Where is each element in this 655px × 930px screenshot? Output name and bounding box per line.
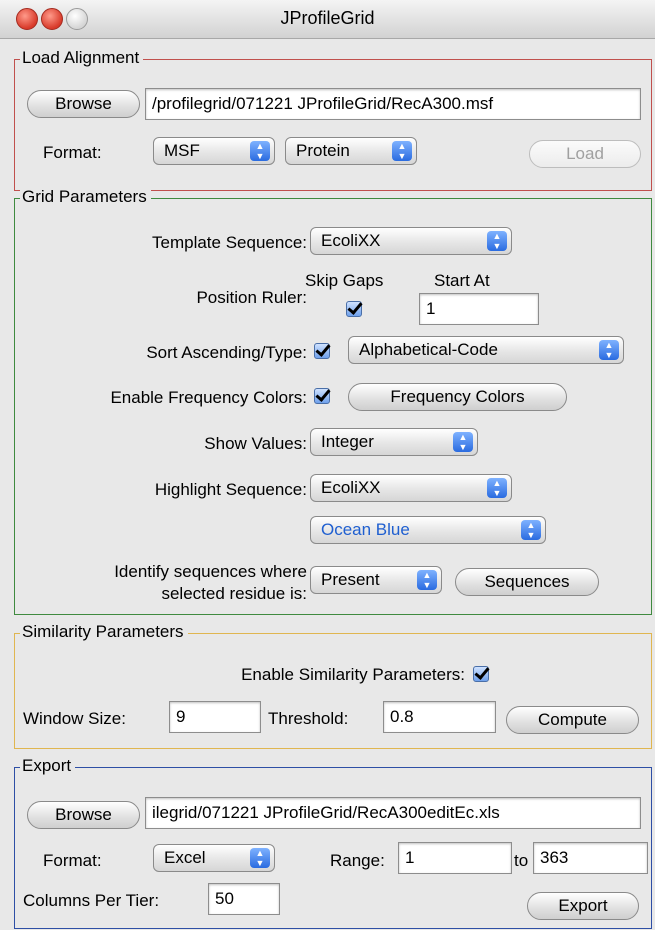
threshold-field[interactable]: 0.8 [383, 701, 496, 733]
sequences-button[interactable]: Sequences [455, 568, 599, 596]
popup-arrows-icon: ▲ ▼ [250, 848, 270, 868]
highlight-sequence-label: Highlight Sequence: [154, 480, 307, 499]
identify-sequences-label-line2: selected residue is: [161, 584, 307, 603]
popup-arrows-icon: ▲ ▼ [487, 478, 507, 498]
start-at-field[interactable]: 1 [419, 293, 539, 325]
highlight-sequence-select[interactable]: EcoliXX ▲ ▼ [310, 474, 512, 502]
export-format-value: Excel [164, 848, 206, 867]
popup-arrows-icon: ▲ ▼ [250, 141, 270, 161]
sort-label: Sort Ascending/Type: [146, 343, 307, 362]
show-values-value: Integer [321, 432, 374, 451]
frequency-colors-label: Enable Frequency Colors: [110, 388, 307, 407]
range-from-field[interactable]: 1 [398, 842, 512, 874]
load-type-select[interactable]: Protein ▲ ▼ [285, 137, 417, 165]
template-sequence-label: Template Sequence: [152, 233, 307, 252]
load-format-label: Format: [43, 143, 102, 162]
popup-arrows-icon: ▲ ▼ [392, 141, 412, 161]
export-browse-button[interactable]: Browse [27, 801, 140, 829]
similarity-parameters-panel: Similarity Parameters Enable Similarity … [14, 621, 652, 749]
similarity-parameters-legend: Similarity Parameters [20, 621, 188, 643]
load-path-field[interactable]: /profilegrid/071221 JProfileGrid/RecA300… [145, 88, 641, 120]
enable-similarity-checkbox[interactable] [473, 666, 489, 682]
template-sequence-value: EcoliXX [321, 231, 381, 250]
range-to-field[interactable]: 363 [533, 842, 648, 874]
load-button[interactable]: Load [529, 140, 641, 168]
show-values-label: Show Values: [204, 434, 307, 453]
export-panel: Export Browse ilegrid/071221 JProfileGri… [14, 755, 652, 929]
start-at-label: Start At [434, 271, 490, 290]
range-label: Range: [330, 851, 385, 870]
position-ruler-label: Position Ruler: [196, 288, 307, 307]
window-size-field[interactable]: 9 [169, 701, 261, 733]
export-format-label: Format: [43, 851, 102, 870]
load-alignment-legend: Load Alignment [20, 47, 144, 69]
threshold-label: Threshold: [268, 709, 349, 728]
export-format-select[interactable]: Excel ▲ ▼ [153, 844, 275, 872]
export-legend: Export [20, 755, 76, 777]
highlight-color-value: Ocean Blue [321, 520, 410, 539]
highlight-color-select[interactable]: Ocean Blue ▲ ▼ [310, 516, 546, 544]
frequency-colors-button[interactable]: Frequency Colors [348, 383, 567, 411]
columns-per-tier-field[interactable]: 50 [208, 883, 280, 915]
title-bar: JProfileGrid [0, 0, 655, 39]
load-browse-button[interactable]: Browse [27, 90, 140, 118]
popup-arrows-icon: ▲ ▼ [521, 520, 541, 540]
load-type-value: Protein [296, 141, 350, 160]
identify-residue-select[interactable]: Present ▲ ▼ [310, 566, 442, 594]
grid-parameters-legend: Grid Parameters [20, 186, 151, 208]
compute-button[interactable]: Compute [506, 706, 639, 734]
identify-sequences-label-line1: Identify sequences where [114, 562, 307, 581]
identify-residue-value: Present [321, 570, 380, 589]
grid-parameters-panel: Grid Parameters Template Sequence: Ecoli… [14, 186, 652, 615]
export-button[interactable]: Export [527, 892, 639, 920]
frequency-colors-checkbox[interactable] [314, 388, 330, 404]
load-format-value: MSF [164, 141, 200, 160]
range-to-label: to [514, 851, 529, 870]
template-sequence-select[interactable]: EcoliXX ▲ ▼ [310, 227, 512, 255]
sort-type-value: Alphabetical-Code [359, 340, 498, 359]
skip-gaps-checkbox[interactable] [346, 301, 362, 317]
highlight-sequence-value: EcoliXX [321, 478, 381, 497]
popup-arrows-icon: ▲ ▼ [417, 570, 437, 590]
sort-type-select[interactable]: Alphabetical-Code ▲ ▼ [348, 336, 624, 364]
popup-arrows-icon: ▲ ▼ [453, 432, 473, 452]
export-path-field[interactable]: ilegrid/071221 JProfileGrid/RecA300editE… [145, 797, 641, 829]
popup-arrows-icon: ▲ ▼ [599, 340, 619, 360]
window-title: JProfileGrid [280, 8, 375, 28]
window-size-label: Window Size: [23, 709, 126, 728]
load-format-select[interactable]: MSF ▲ ▼ [153, 137, 275, 165]
sort-checkbox[interactable] [314, 343, 330, 359]
show-values-select[interactable]: Integer ▲ ▼ [310, 428, 478, 456]
load-alignment-panel: Load Alignment Browse /profilegrid/07122… [14, 47, 652, 191]
enable-similarity-label: Enable Similarity Parameters: [241, 665, 465, 684]
columns-per-tier-label: Columns Per Tier: [23, 891, 160, 910]
skip-gaps-label: Skip Gaps [305, 271, 384, 290]
popup-arrows-icon: ▲ ▼ [487, 231, 507, 251]
